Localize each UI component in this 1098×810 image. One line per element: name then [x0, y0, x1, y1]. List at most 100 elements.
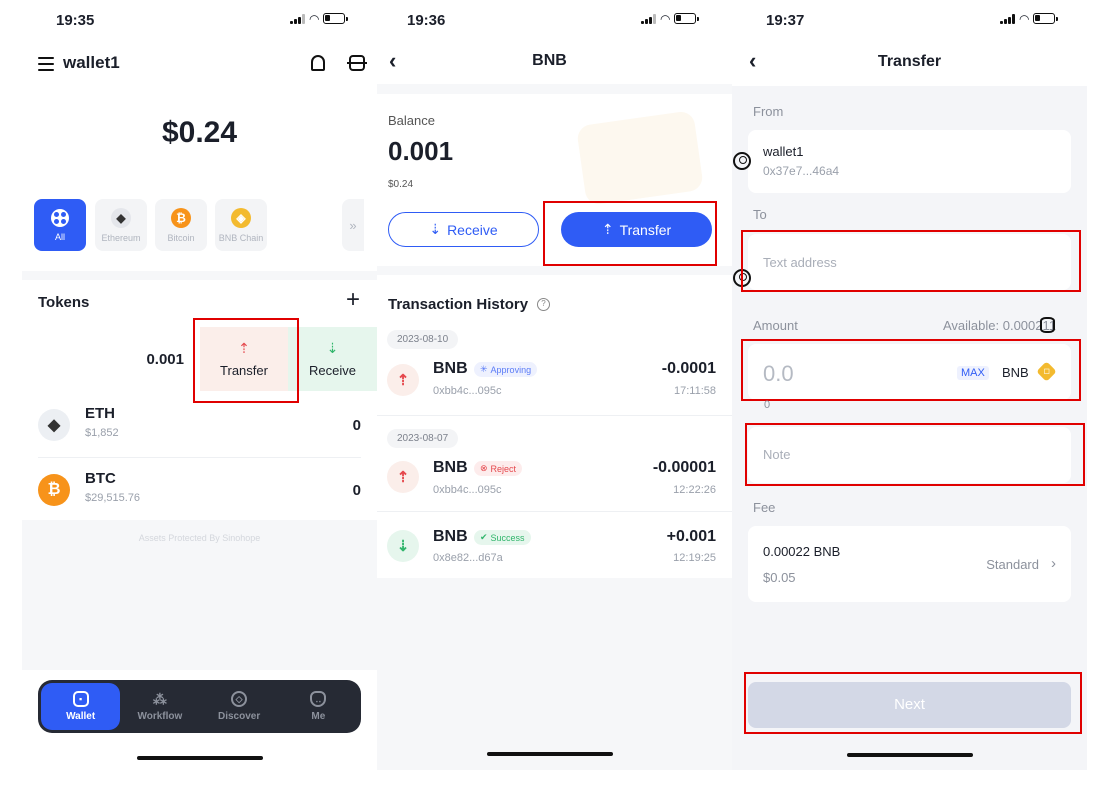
token-row-btc[interactable]: ₿ BTC $29,515.76 0 [38, 458, 361, 522]
amount-input[interactable]: 0.0 [763, 361, 794, 387]
chain-filter-all[interactable]: All [34, 199, 86, 251]
nav-wallet[interactable]: ▪ Wallet [41, 683, 121, 730]
to-label: To [753, 207, 767, 222]
date-chip: 2023-08-10 [387, 330, 459, 349]
more-chains-button[interactable]: » [342, 199, 364, 251]
status-text: Approving [490, 364, 532, 375]
receive-in-icon: ⇣ [387, 530, 419, 562]
account-icon[interactable] [733, 152, 751, 170]
from-card[interactable]: wallet1 0x37e7...46a4 [733, 130, 1071, 193]
max-button[interactable]: MAX [957, 366, 989, 380]
chain-filter-bitcoin[interactable]: ₿ Bitcoin [155, 199, 207, 251]
bnb-detail-screen: 19:36 ◠ ‹ BNB Balance 0.001 $0.24 ⇣ Rece… [377, 0, 732, 770]
next-button[interactable]: Next [748, 682, 1071, 728]
ethereum-icon: ◆ [111, 207, 131, 228]
nav-discover[interactable]: ◇ Discover [200, 683, 279, 730]
fee-usd: $0.05 [763, 570, 796, 585]
bell-icon[interactable] [311, 55, 325, 71]
transaction-row[interactable]: ⇡ BNB ✳ Approving 0xbb4c...095c -0.0001 1… [377, 352, 732, 412]
grid-icon [51, 208, 69, 227]
chain-filter-label: All [54, 231, 65, 242]
receive-button[interactable]: ⇣ Receive [388, 212, 539, 247]
help-icon[interactable]: ? [537, 298, 550, 311]
date-chip: 2023-08-07 [387, 429, 459, 448]
transaction-row[interactable]: ⇡ BNB ⊗ Reject 0xbb4c...095c -0.00001 12:… [377, 451, 732, 511]
token-row-bnb-swiped[interactable]: 0.001 ⇡ Transfer ⇣ Receive [22, 327, 377, 391]
balance-label: Balance [388, 113, 435, 128]
tx-time: 12:19:25 [673, 552, 716, 564]
battery-icon [1033, 13, 1059, 24]
amount-label: Amount [753, 318, 798, 333]
section-divider [377, 266, 732, 275]
workflow-icon: ⁂ [152, 690, 167, 707]
check-icon: ✔ [480, 532, 488, 542]
tx-amount: +0.001 [666, 528, 716, 545]
section-divider [377, 84, 732, 94]
swipe-transfer-label: Transfer [220, 363, 268, 378]
bnb-icon: ◇ [1036, 361, 1057, 382]
transfer-out-icon: ⇡ [387, 364, 419, 396]
fee-selector[interactable]: 0.00022 BNB $0.05 Standard › [748, 526, 1071, 602]
bnb-watermark [576, 110, 704, 206]
transfer-button[interactable]: ⇡ Transfer [561, 212, 712, 247]
nav-me[interactable]: ‥ Me [279, 683, 358, 730]
address-book-icon[interactable] [733, 269, 751, 287]
add-token-button[interactable]: + [346, 288, 360, 312]
status-time: 19:35 [56, 12, 95, 29]
to-address-field[interactable]: Text address [733, 234, 1071, 290]
wifi-icon: ◠ [309, 11, 320, 26]
receive-icon: ⇣ [326, 340, 339, 356]
spinner-icon: ✳ [480, 364, 488, 374]
from-label: From [753, 104, 784, 119]
transfer-icon: ⇡ [601, 221, 614, 237]
token-amount: 0 [352, 417, 361, 434]
reject-icon: ⊗ [480, 463, 488, 473]
token-row-eth[interactable]: ◆ ETH $1,852 0 [38, 393, 361, 457]
note-field[interactable]: Note [748, 427, 1071, 483]
swipe-receive-label: Receive [309, 363, 356, 378]
swipe-transfer-button[interactable]: ⇡ Transfer [200, 327, 288, 391]
tx-address: 0x8e82...d67a [433, 552, 503, 564]
chain-filter-label: Bitcoin [167, 232, 195, 243]
transfer-out-icon: ⇡ [387, 461, 419, 493]
transfer-screen: 19:37 ◠ ‹ Transfer From wallet1 0x37e7..… [732, 0, 1087, 770]
tx-time: 17:11:58 [673, 385, 716, 397]
from-address: 0x37e7...46a4 [763, 164, 840, 178]
status-time: 19:36 [407, 12, 446, 29]
battery-icon [674, 13, 700, 24]
signal-icon [641, 13, 656, 24]
status-badge-reject: ⊗ Reject [474, 461, 523, 476]
balance-amount: 0.001 [388, 136, 454, 166]
to-address-input[interactable]: Text address [763, 255, 837, 270]
fee-amount: 0.00022 BNB [763, 544, 841, 559]
status-text: Reject [490, 463, 517, 474]
menu-icon[interactable] [38, 57, 54, 71]
scan-icon[interactable] [347, 55, 367, 71]
signal-icon [290, 13, 305, 24]
page-title: BNB [532, 52, 567, 69]
token-symbol: BTC [85, 470, 116, 487]
nav-workflow[interactable]: ⁂ Workflow [120, 683, 199, 730]
amount-field[interactable]: 0.0 MAX BNB ◇ [748, 344, 1071, 400]
nav-label: Discover [218, 711, 261, 722]
status-badge-success: ✔ Success [474, 530, 531, 545]
bottom-nav: ▪ Wallet ⁂ Workflow ◇ Discover ‥ Me [38, 680, 361, 733]
wallet-name[interactable]: wallet1 [63, 53, 120, 73]
history-title: Transaction History [388, 296, 529, 313]
home-indicator [847, 753, 973, 757]
total-balance: $0.24 [161, 116, 238, 149]
chain-filter-bnb[interactable]: ◈ BNB Chain [215, 199, 267, 251]
chain-filter-ethereum[interactable]: ◆ Ethereum [95, 199, 147, 251]
ethereum-icon: ◆ [38, 409, 70, 441]
token-price: $29,515.76 [85, 492, 141, 504]
transaction-row[interactable]: ⇣ BNB ✔ Success 0x8e82...d67a +0.001 12:1… [377, 520, 732, 580]
swipe-receive-button[interactable]: ⇣ Receive [288, 327, 377, 391]
tx-symbol: BNB [433, 360, 468, 377]
token-amount: 0 [352, 482, 361, 499]
note-input[interactable]: Note [763, 447, 790, 462]
bitcoin-icon: ₿ [171, 207, 191, 228]
section-divider [22, 271, 377, 280]
fee-label: Fee [753, 500, 776, 515]
wallet-home-screen: 19:35 ◠ wallet1 $0.24 All ◆ Ethereum ₿ B… [22, 0, 377, 770]
tx-time: 12:22:26 [673, 484, 716, 496]
